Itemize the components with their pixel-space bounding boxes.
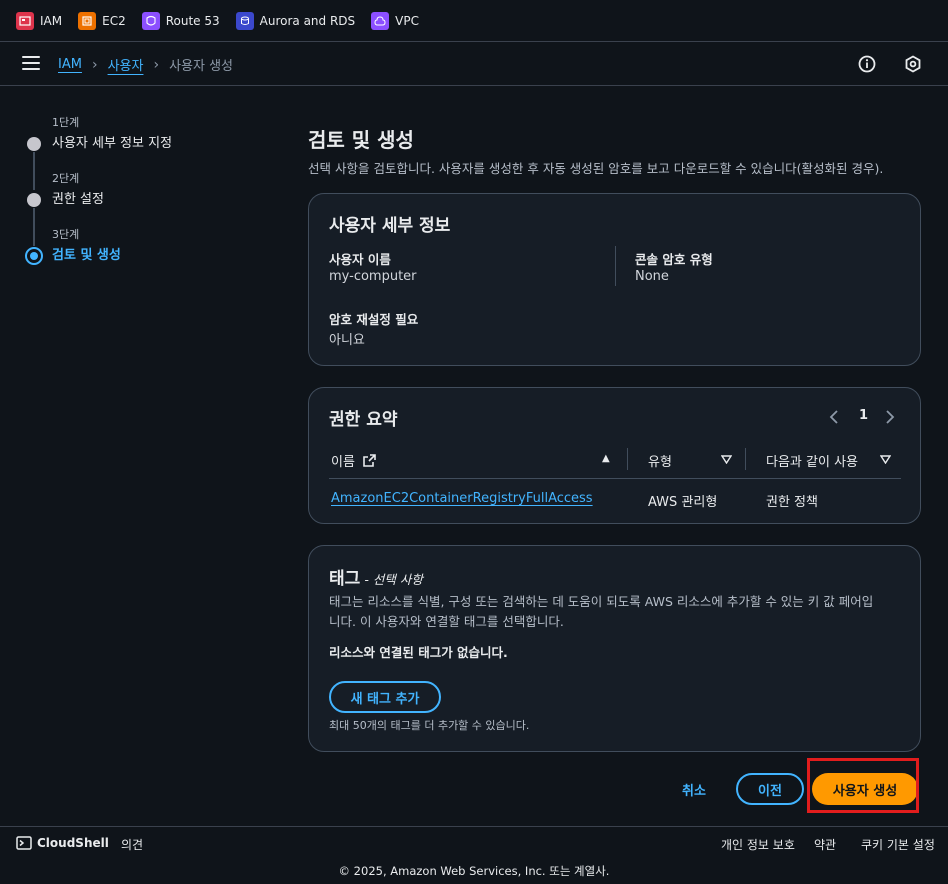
- sort-icon[interactable]: [721, 455, 732, 464]
- favorite-label: VPC: [395, 13, 419, 28]
- iam-service-icon: [16, 11, 34, 30]
- rds-service-icon: [235, 11, 254, 30]
- tags-description-line2: 니다. 이 사용자와 연결할 태그를 선택합니다.: [329, 614, 564, 629]
- column-divider: [745, 448, 746, 470]
- step-title: 사용자 세부 정보 지정: [52, 136, 173, 151]
- user-details-card: 사용자 세부 정보 사용자 이름 my-computer 콘솔 암호 유형 No…: [308, 193, 921, 366]
- step-2[interactable]: 2단계 권한 설정: [24, 170, 274, 246]
- column-header-name[interactable]: 이름: [331, 451, 376, 470]
- favorite-aurora-rds[interactable]: Aurora and RDS: [235, 11, 356, 30]
- card-title: 권한 요약: [329, 410, 398, 430]
- chevron-right-icon: ›: [91, 56, 98, 73]
- username-label: 사용자 이름: [329, 252, 391, 267]
- chevron-left-icon[interactable]: [829, 410, 839, 424]
- favorite-route53[interactable]: Route 53: [141, 11, 220, 30]
- policy-type: AWS 관리형: [648, 495, 718, 510]
- column-header-type[interactable]: 유형: [648, 451, 672, 470]
- ec2-service-icon: [78, 11, 97, 30]
- favorite-label: IAM: [40, 13, 63, 28]
- column-label: 이름: [331, 455, 355, 470]
- favorite-label: Aurora and RDS: [259, 13, 356, 28]
- page-description: 선택 사항을 검토합니다. 사용자를 생성한 후 자동 생성된 암호를 보고 다…: [308, 161, 884, 176]
- cookie-preferences-link[interactable]: 쿠키 기본 설정: [861, 836, 935, 853]
- divider: [615, 246, 616, 286]
- menu-icon[interactable]: [22, 56, 40, 70]
- external-link-icon: [363, 454, 376, 467]
- breadcrumb-current: 사용자 생성: [169, 59, 233, 74]
- sort-ascending-icon[interactable]: ▲: [602, 453, 610, 464]
- step-title: 검토 및 생성: [52, 248, 121, 263]
- permissions-summary-card: 권한 요약 1 이름 ▲ 유형 다음과 같이 사용 AmazonEC2Conta…: [308, 387, 921, 524]
- sort-icon[interactable]: [880, 455, 891, 464]
- feedback-link[interactable]: 의견: [121, 836, 143, 853]
- card-title: 태그: [329, 569, 361, 589]
- terms-link[interactable]: 약관: [814, 836, 836, 853]
- breadcrumb-users[interactable]: 사용자: [108, 55, 144, 74]
- chevron-right-icon[interactable]: [885, 410, 895, 424]
- policy-used-as: 권한 정책: [766, 495, 818, 510]
- password-reset-value: 아니요: [329, 333, 365, 348]
- table-header-divider: [329, 478, 901, 479]
- pagination-current-page[interactable]: 1: [859, 408, 868, 423]
- card-title: 사용자 세부 정보: [329, 216, 451, 236]
- step-dot-icon: [27, 137, 41, 151]
- settings-hex-icon[interactable]: [904, 55, 922, 73]
- wizard-steps: 1단계 사용자 세부 정보 지정 2단계 권한 설정 3단계 검토 및 생성: [24, 114, 274, 282]
- highlight-box: [807, 758, 919, 813]
- previous-button[interactable]: 이전: [736, 773, 804, 805]
- step-dot-icon: [27, 193, 41, 207]
- add-tag-button[interactable]: 새 태그 추가: [329, 681, 441, 713]
- step-1[interactable]: 1단계 사용자 세부 정보 지정: [24, 114, 274, 190]
- page-title: 검토 및 생성: [308, 128, 414, 152]
- tags-description-line1: 태그는 리소스를 식별, 구성 또는 검색하는 데 도움이 되도록 AWS 리소…: [329, 594, 874, 609]
- column-divider: [627, 448, 628, 470]
- optional-label: - 선택 사항: [364, 572, 423, 587]
- no-tags-message: 리소스와 연결된 태그가 없습니다.: [329, 645, 508, 660]
- route53-service-icon: [141, 11, 160, 30]
- username-value: my-computer: [329, 269, 417, 284]
- step-number: 1단계: [52, 116, 80, 129]
- password-reset-label: 암호 재설정 필요: [329, 312, 419, 327]
- policy-link[interactable]: AmazonEC2ContainerRegistryFullAccess: [331, 491, 593, 506]
- step-current-icon: [25, 247, 43, 265]
- favorites-bar: IAM EC2 Route 53 Aurora and RDS VPC: [0, 0, 948, 42]
- cloudshell-icon[interactable]: [16, 836, 32, 850]
- console-password-label: 콘솔 암호 유형: [635, 252, 713, 267]
- cancel-button[interactable]: 취소: [682, 780, 706, 799]
- info-icon[interactable]: [858, 55, 876, 73]
- favorite-label: EC2: [102, 13, 126, 28]
- step-number: 2단계: [52, 172, 80, 185]
- step-title: 권한 설정: [52, 192, 104, 207]
- step-3: 3단계 검토 및 생성: [24, 226, 274, 282]
- favorite-vpc[interactable]: VPC: [371, 11, 419, 30]
- breadcrumb: IAM › 사용자 › 사용자 생성: [58, 55, 233, 75]
- tags-card: 태그 - 선택 사항 태그는 리소스를 식별, 구성 또는 검색하는 데 도움이…: [308, 545, 921, 752]
- cloudshell-link[interactable]: CloudShell: [37, 836, 109, 850]
- chevron-right-icon: ›: [153, 56, 160, 73]
- console-password-value: None: [635, 269, 669, 284]
- privacy-link[interactable]: 개인 정보 보호: [721, 836, 795, 853]
- breadcrumb-bar: IAM › 사용자 › 사용자 생성: [0, 42, 948, 86]
- step-number: 3단계: [52, 228, 80, 241]
- copyright: © 2025, Amazon Web Services, Inc. 또는 계열사…: [338, 864, 610, 878]
- breadcrumb-iam[interactable]: IAM: [58, 57, 82, 72]
- tags-heading: 태그 - 선택 사항: [329, 564, 423, 589]
- favorite-iam[interactable]: IAM: [16, 11, 63, 30]
- tag-limit-hint: 최대 50개의 태그를 더 추가할 수 있습니다.: [329, 719, 530, 732]
- vpc-service-icon: [371, 11, 390, 30]
- favorite-label: Route 53: [165, 13, 220, 28]
- footer: CloudShell 의견 개인 정보 보호 약관 쿠키 기본 설정 © 202…: [0, 826, 948, 884]
- favorite-ec2[interactable]: EC2: [78, 11, 126, 30]
- column-header-used-as[interactable]: 다음과 같이 사용: [766, 451, 858, 470]
